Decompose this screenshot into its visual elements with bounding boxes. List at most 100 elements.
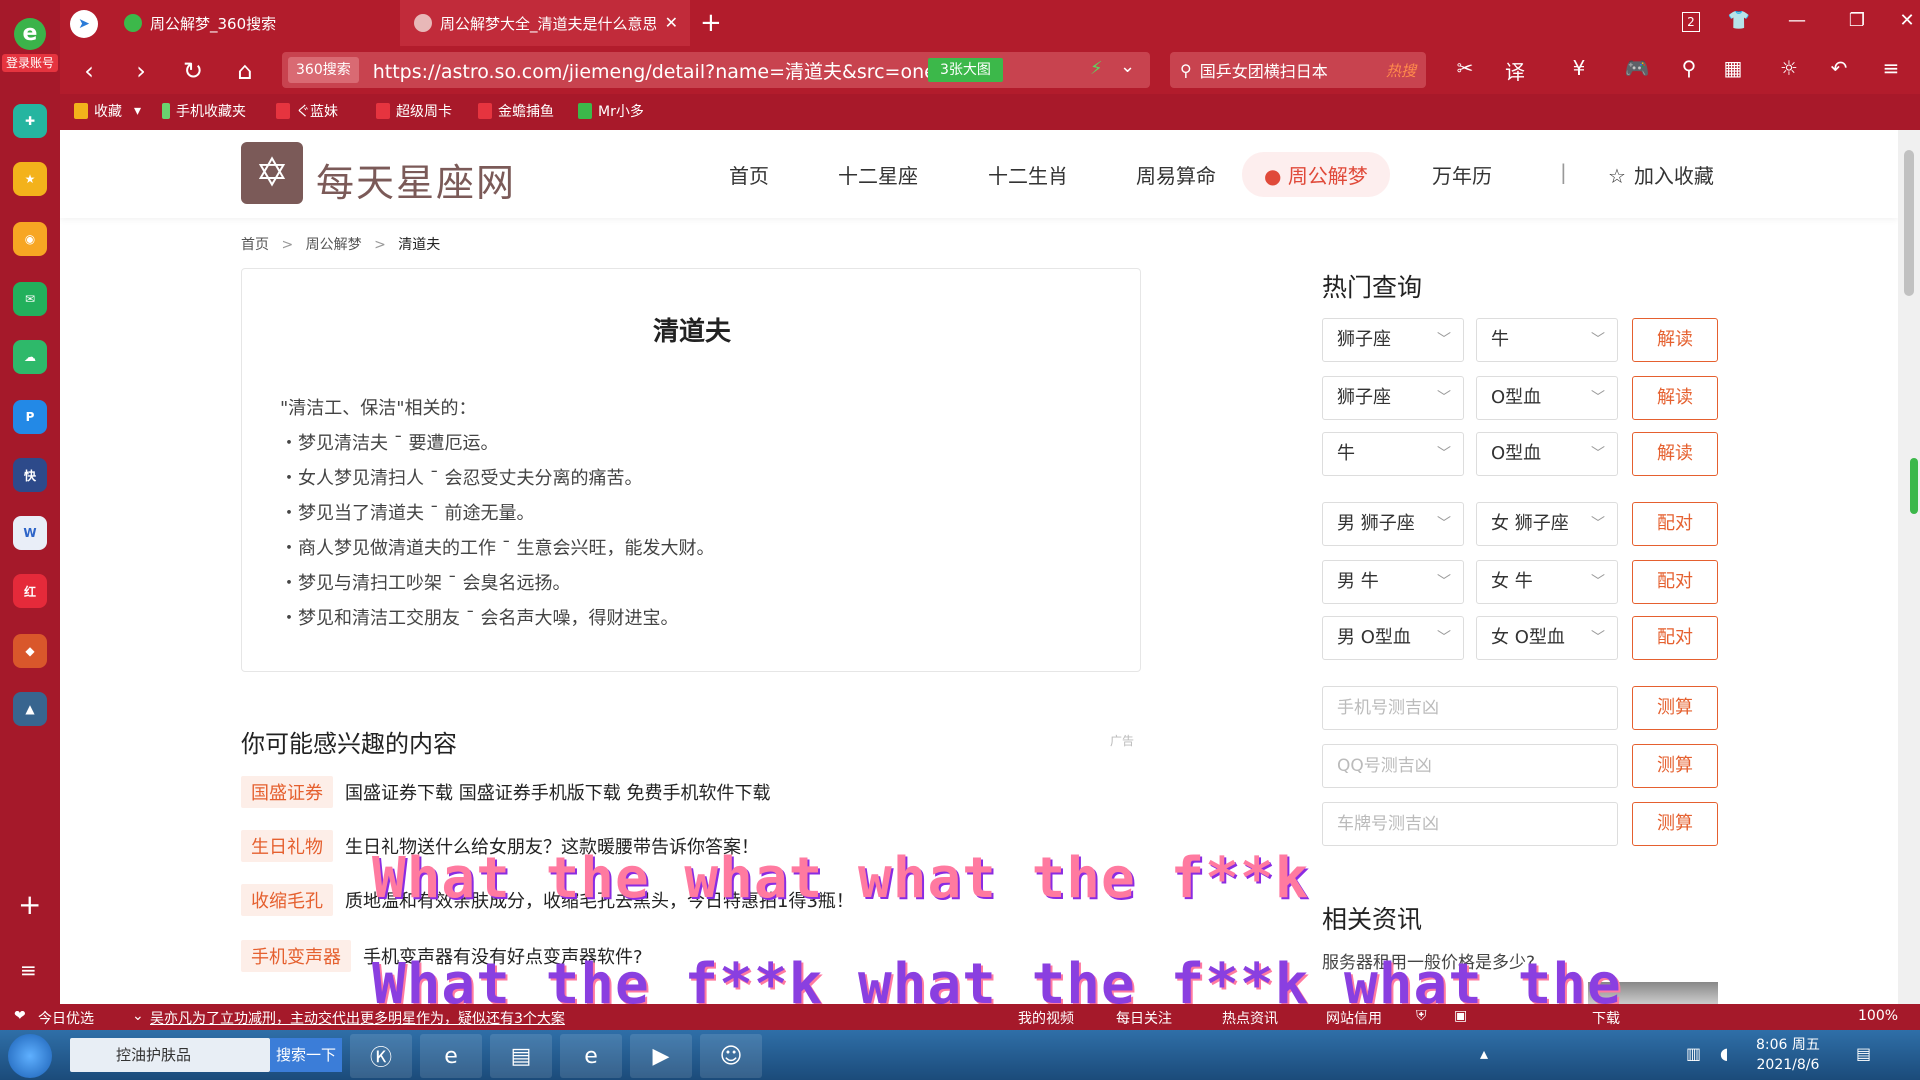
select-b[interactable]: 女 牛 ﹀ — [1476, 560, 1618, 604]
cloud-icon[interactable]: ☁ — [13, 340, 47, 374]
calculate-button[interactable]: 测算 — [1632, 802, 1718, 846]
select-b[interactable]: 牛 ﹀ — [1476, 318, 1618, 362]
site-logo-icon[interactable]: ✡ — [241, 142, 303, 204]
nav-zodiac[interactable]: 十二星座 — [838, 160, 918, 189]
add-sidebar-icon[interactable]: + — [18, 888, 41, 921]
favorite-item[interactable]: 收藏 ▾ — [74, 101, 141, 121]
shield-icon[interactable]: ⛨ — [1416, 1008, 1427, 1024]
add-favorite-button[interactable]: ☆ 加入收藏 — [1608, 160, 1714, 189]
url-text[interactable]: https://astro.so.com/jiemeng/detail?name… — [373, 57, 944, 84]
nav-dream[interactable]: ● 周公解梦 — [1242, 152, 1390, 197]
notification-icon[interactable]: ▤ — [1856, 1044, 1871, 1063]
browser-logo-icon[interactable]: e — [14, 18, 46, 50]
new-tab-icon[interactable]: + — [700, 8, 722, 38]
select-b[interactable]: O型血 ﹀ — [1476, 432, 1618, 476]
chat-app-icon[interactable]: ☺ — [700, 1034, 762, 1078]
interpret-button[interactable]: 解读 — [1632, 432, 1718, 476]
chevron-down-icon[interactable]: ▾ — [134, 103, 141, 119]
ie-icon[interactable]: e — [420, 1034, 482, 1078]
favorite-item[interactable]: 金蟾捕鱼 — [478, 101, 554, 121]
browser-360-icon[interactable]: e — [560, 1034, 622, 1078]
apps-grid-icon[interactable]: ▦ — [1718, 56, 1748, 80]
scrollbar-thumb[interactable] — [1904, 150, 1914, 296]
headline-link[interactable]: 吴亦凡为了立功减刑，主动交代出更多明星作为，疑似还有3个大案 — [150, 1008, 565, 1028]
calculate-button[interactable]: 测算 — [1632, 686, 1718, 730]
match-button[interactable]: 配对 — [1632, 502, 1718, 546]
daily-focus[interactable]: 每日关注 — [1116, 1008, 1172, 1028]
scissors-icon[interactable]: ✂ — [1450, 56, 1480, 80]
undo-icon[interactable]: ↶ — [1824, 56, 1854, 80]
gamepad-icon[interactable]: 🎮 — [1622, 56, 1652, 80]
menu-icon[interactable]: ≡ — [1876, 56, 1906, 80]
dropdown-chevron-icon[interactable]: ⌄ — [1120, 56, 1135, 77]
interpret-button[interactable]: 解读 — [1632, 376, 1718, 420]
mail-icon[interactable]: ✉ — [13, 282, 47, 316]
taskbar-search-button[interactable]: 搜索一下 — [270, 1038, 342, 1072]
back-icon[interactable]: ‹ — [72, 56, 106, 86]
my-videos[interactable]: 我的视频 — [1018, 1008, 1074, 1028]
qq-input[interactable]: QQ号测吉凶 — [1322, 744, 1618, 788]
news-app-icon[interactable]: 快 — [13, 458, 47, 492]
chevron-down-icon[interactable]: ⌄ — [132, 1008, 144, 1024]
refresh-icon[interactable]: ↻ — [176, 56, 210, 86]
crumb-dream[interactable]: 周公解梦 — [306, 237, 362, 253]
address-bar[interactable]: 360搜索 https://astro.so.com/jiemeng/detai… — [282, 52, 1150, 88]
plate-input[interactable]: 车牌号测吉凶 — [1322, 802, 1618, 846]
select-b[interactable]: O型血 ﹀ — [1476, 376, 1618, 420]
nav-home[interactable]: 首页 — [729, 160, 769, 189]
site-credit[interactable]: 网站信用 — [1326, 1008, 1382, 1028]
document-icon[interactable]: W — [13, 516, 47, 550]
skin-icon[interactable]: 👕 — [1724, 10, 1754, 31]
start-button-icon[interactable] — [8, 1034, 52, 1078]
favorite-item[interactable]: 手机收藏夹 — [162, 101, 246, 121]
big-images-button[interactable]: 3张大图 — [928, 58, 1003, 82]
app-k-icon[interactable]: Ⓚ — [350, 1034, 412, 1078]
xiaohongshu-icon[interactable]: 红 — [13, 574, 47, 608]
taskbar-search-input[interactable]: 控油护肤品 — [70, 1038, 270, 1072]
weibo-icon[interactable]: ◉ — [13, 222, 47, 256]
match-button[interactable]: 配对 — [1632, 560, 1718, 604]
select-b[interactable]: 女 狮子座 ﹀ — [1476, 502, 1618, 546]
translate-icon[interactable]: 译 — [1500, 56, 1530, 85]
select-a[interactable]: 狮子座 ﹀ — [1322, 318, 1464, 362]
download-link[interactable]: 下载 — [1592, 1008, 1620, 1028]
brightness-icon[interactable]: ☼ — [1774, 56, 1804, 80]
game-icon[interactable]: ◆ — [13, 634, 47, 668]
nav-divination[interactable]: 周易算命 — [1136, 160, 1216, 189]
hot-search-label[interactable]: 热搜 — [1386, 60, 1416, 81]
interpret-button[interactable]: 解读 — [1632, 318, 1718, 362]
zoom-level[interactable]: 100% — [1858, 1008, 1898, 1024]
select-a[interactable]: 狮子座 ﹀ — [1322, 376, 1464, 420]
search-text[interactable]: 国乒女团横扫日本 — [1200, 58, 1328, 82]
folder-icon[interactable]: ▤ — [490, 1034, 552, 1078]
nav-chinese-zodiac[interactable]: 十二生肖 — [988, 160, 1068, 189]
favorite-item[interactable]: Mr小多 — [578, 101, 644, 121]
minimize-icon[interactable]: — — [1782, 10, 1812, 31]
select-a[interactable]: 男 牛 ﹀ — [1322, 560, 1464, 604]
tab-count-badge[interactable]: 2 — [1682, 12, 1700, 32]
home-icon[interactable]: ⌂ — [228, 56, 262, 86]
tab-dream[interactable]: 周公解梦大全_清道夫是什么意思 ✕ — [400, 0, 690, 46]
image-icon[interactable]: ▣ — [1454, 1008, 1467, 1024]
favorites-star-icon[interactable]: ★ — [13, 162, 47, 196]
select-b[interactable]: 女 O型血 ﹀ — [1476, 616, 1618, 660]
nav-calendar[interactable]: 万年历 — [1432, 160, 1492, 189]
add-app-icon[interactable]: ✚ — [13, 104, 47, 138]
pinduoduo-icon[interactable]: P — [13, 400, 47, 434]
clock[interactable]: 8:06 周五 2021/8/6 — [1756, 1035, 1820, 1075]
recommend-item[interactable]: 国盛证券 国盛证券下载 国盛证券手机版下载 免费手机软件下载 — [241, 776, 770, 808]
close-window-icon[interactable]: ✕ — [1892, 10, 1920, 31]
forward-icon[interactable]: › — [124, 56, 158, 86]
site-name[interactable]: 每天星座网 — [316, 152, 516, 207]
today-picks[interactable]: 今日优选 — [38, 1008, 94, 1028]
tab-search[interactable]: 周公解梦_360搜索 — [110, 0, 396, 46]
game2-icon[interactable]: ▲ — [13, 692, 47, 726]
lightning-icon[interactable]: ⚡ — [1090, 58, 1103, 79]
side-float-button[interactable] — [1910, 458, 1918, 514]
network-icon[interactable]: ▥ — [1686, 1044, 1701, 1063]
search-box[interactable]: ⚲ 国乒女团横扫日本 热搜 — [1170, 52, 1426, 88]
nav-arrow-icon[interactable]: ➤ — [70, 10, 98, 38]
volume-icon[interactable]: ◖ — [1720, 1044, 1728, 1063]
hot-news[interactable]: 热点资讯 — [1222, 1008, 1278, 1028]
menu-list-icon[interactable]: ≡ — [20, 958, 37, 982]
